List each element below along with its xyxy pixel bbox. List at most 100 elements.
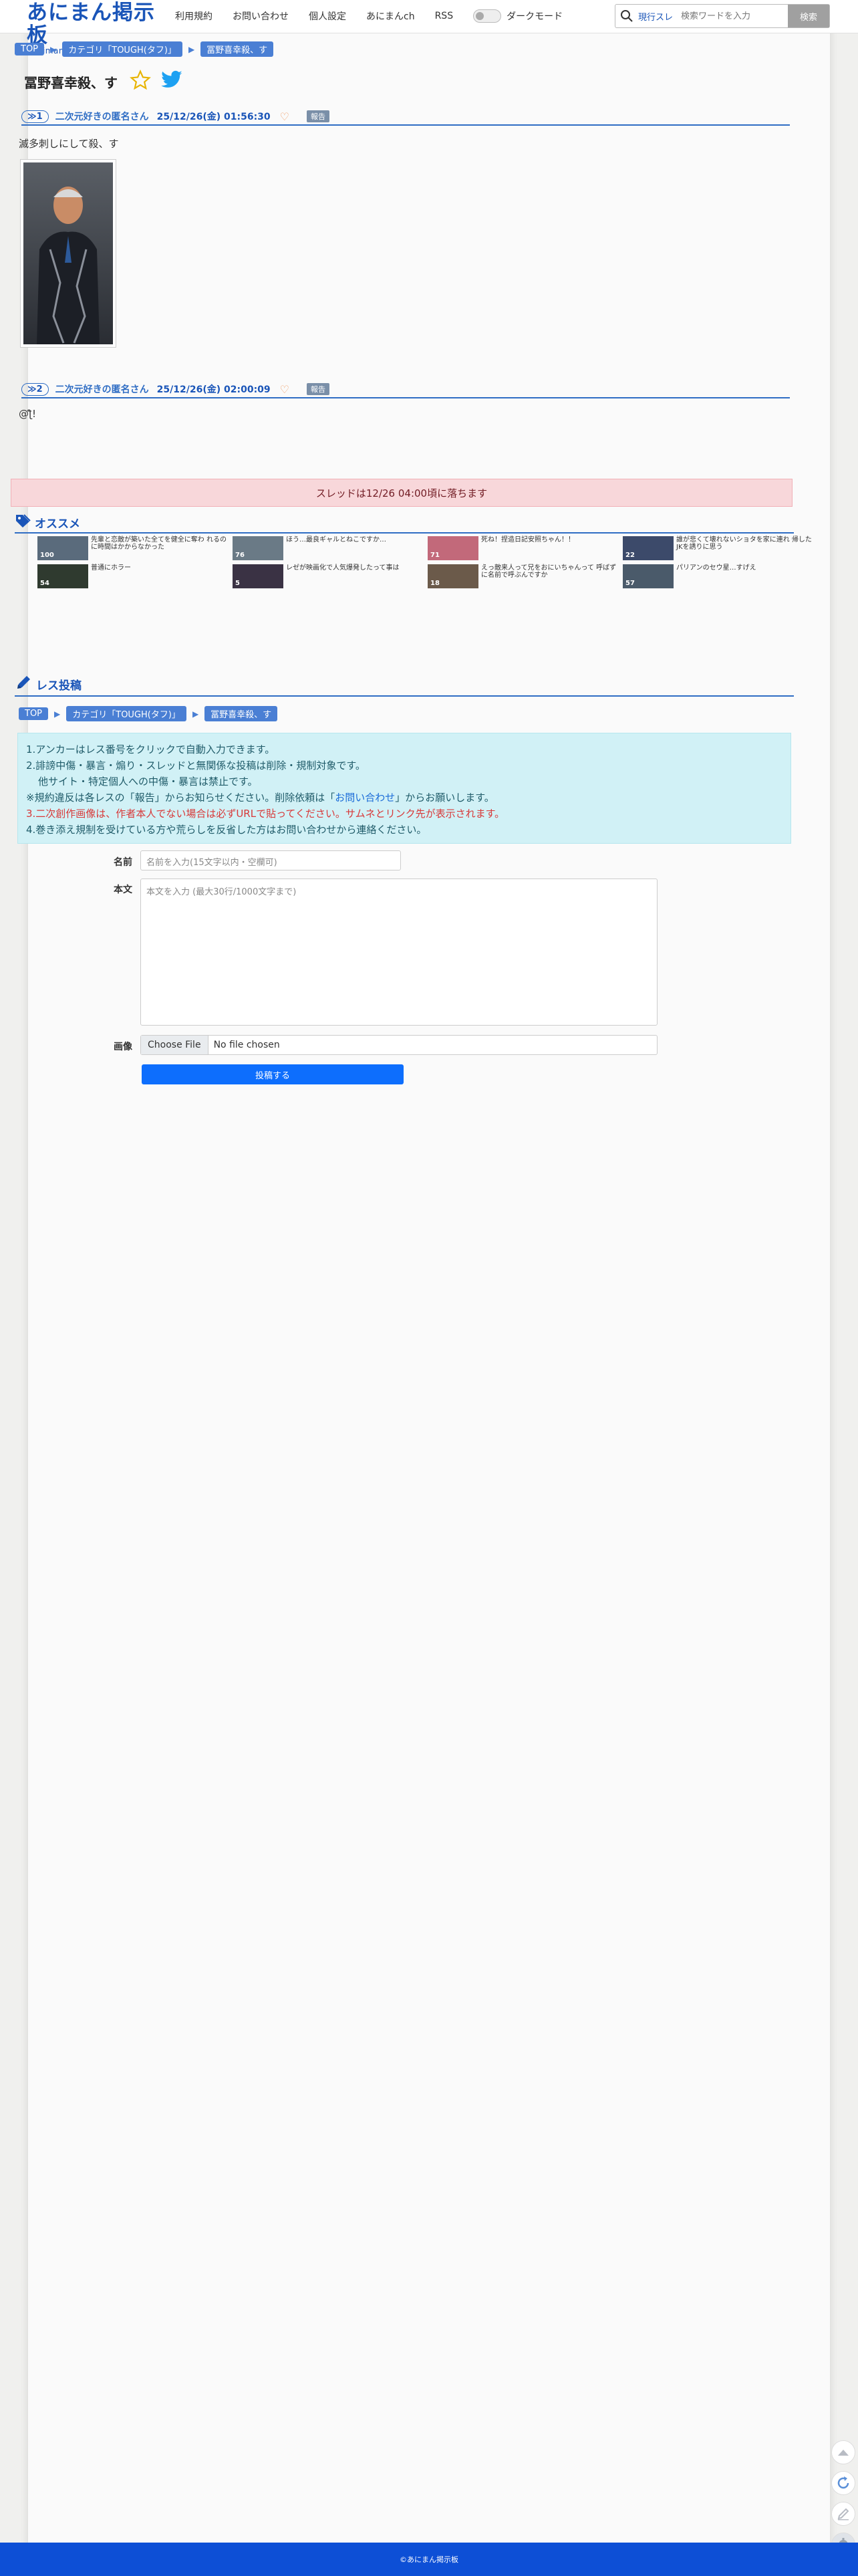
recommend-title-text: 誰が悲くて壊れないショタを家に連れ 帰したJKを誘りに思う (676, 536, 812, 551)
recommend-item[interactable]: 71 死ね！捏造日記安照ちゃん！！ (428, 536, 621, 560)
nav-contact[interactable]: お問い合わせ (233, 9, 289, 23)
edit-icon (837, 2508, 849, 2521)
recommend-title: オススメ (35, 517, 80, 531)
nav-terms[interactable]: 利用規約 (175, 9, 212, 23)
breadcrumb: TOP ▶ カテゴリ「TOUGH(タフ)」 ▶ 冨野喜幸殺、す (15, 41, 274, 57)
pencil-icon (15, 674, 32, 694)
post-number[interactable]: ≫2 (21, 382, 49, 396)
reload-button[interactable] (831, 2471, 855, 2495)
rule-line: 他サイト・特定個人への中傷・暴言は禁止です。 (38, 776, 258, 788)
dark-mode-label: ダークモード (507, 11, 563, 22)
reply-form-title: レス投稿 (36, 679, 82, 693)
recommend-thumbnail: 18 (428, 564, 478, 588)
recommend-count: 5 (235, 580, 240, 587)
heart-icon[interactable]: ♡ (280, 383, 289, 396)
recommend-item[interactable]: 22 誰が悲くて壊れないショタを家に連れ 帰したJKを誘りに思う (623, 536, 817, 560)
search-scope-select[interactable]: 現行スレ (638, 10, 673, 23)
recommend-item[interactable]: 54 普通にホラー (37, 564, 231, 588)
site-header: あにまん掲示板 animan bbs@二次元オンリー 利用規約 お問い合わせ 個… (0, 0, 858, 55)
report-button[interactable]: 報告 (307, 110, 329, 122)
recommend-item[interactable]: 100 先輩と恋敵が築いた全てを健全に奪わ れるのに時間はかからなかった (37, 536, 231, 560)
submit-button[interactable]: 投稿する (142, 1064, 404, 1084)
breadcrumb-separator: ▶ (54, 709, 61, 719)
expire-notice: スレッドは12/26 04:00頃に落ちます (11, 479, 793, 507)
breadcrumb-category[interactable]: カテゴリ「TOUGH(タフ)」 (66, 706, 186, 721)
recommend-count: 22 (625, 552, 635, 559)
breadcrumb-top[interactable]: TOP (19, 707, 49, 720)
image-file-input[interactable]: Choose File No file chosen (140, 1035, 658, 1055)
breadcrumb-thread[interactable]: 冨野喜幸殺、す (200, 41, 274, 57)
body-label: 本文 (114, 885, 132, 895)
rule-line: 3.二次創作画像は、作者本人でない場合は必ずURLで貼ってください。サムネとリン… (26, 808, 505, 820)
name-field[interactable]: 名前を入力(15文字以内・空欄可) (140, 850, 401, 870)
recommend-thumbnail: 54 (37, 564, 88, 588)
name-label: 名前 (114, 857, 132, 868)
recommend-header: オススメ (15, 513, 794, 534)
recommend-thumbnail: 76 (233, 536, 283, 560)
file-status: No file chosen (213, 1040, 280, 1050)
choose-file-button[interactable]: Choose File (141, 1036, 208, 1054)
write-button[interactable] (831, 2502, 855, 2526)
body-textarea[interactable]: 本文を入力 (最大30行/1000文字まで) (140, 879, 658, 1026)
page-title: 冨野喜幸殺、す (24, 74, 118, 91)
breadcrumb-category[interactable]: カテゴリ「TOUGH(タフ)」 (62, 41, 182, 57)
breadcrumb-thread[interactable]: 冨野喜幸殺、す (204, 706, 278, 721)
recommend-count: 100 (40, 552, 54, 559)
rule-line: ※規約違反は各レスの「報告」からお知らせください。削除依頼は「お問い合わせ」から… (26, 790, 782, 806)
scroll-top-button[interactable] (831, 2440, 855, 2464)
recommend-title-text: 先輩と恋敵が築いた全てを健全に奪わ れるのに時間はかからなかった (91, 536, 227, 551)
recommend-count: 71 (430, 552, 440, 559)
recommend-title-text: レゼが映画化で人気爆発したって事は (286, 564, 400, 572)
recommend-count: 76 (235, 552, 245, 559)
twitter-icon[interactable] (160, 70, 183, 93)
main-nav: 利用規約 お問い合わせ 個人設定 あにまんch RSS ダークモード (175, 9, 563, 23)
search-input[interactable] (681, 11, 782, 21)
contact-link[interactable]: お問い合わせ (335, 792, 395, 804)
logo-main-text: あにまん掲示板 (27, 1, 155, 47)
tag-icon (15, 513, 31, 531)
arrow-up-icon (838, 2450, 849, 2456)
rule-line: 2.誹謗中傷・暴言・煽り・スレッドと無関係な投稿は削除・規制対象です。 (26, 759, 366, 772)
recommend-thumbnail: 5 (233, 564, 283, 588)
recommend-item[interactable]: 18 えっ敵来人って兄をおにいちゃんって 呼ばずに名前で呼ぶんですか (428, 564, 621, 588)
post-author: 二次元好きの匿名さん (55, 384, 149, 395)
breadcrumb: TOP ▶ カテゴリ「TOUGH(タフ)」 ▶ 冨野喜幸殺、す (19, 706, 278, 721)
post-body: @ƪ! (19, 408, 37, 420)
reload-icon (837, 2476, 849, 2489)
nav-animanch[interactable]: あにまんch (366, 9, 415, 23)
thread-title-row: 冨野喜幸殺、す (24, 70, 183, 94)
post-date: 25/12/26(金) 02:00:09 (156, 384, 271, 395)
nav-rss[interactable]: RSS (435, 11, 454, 21)
report-button[interactable]: 報告 (307, 383, 329, 395)
post-date: 25/12/26(金) 01:56:30 (156, 112, 271, 122)
recommend-thumbnail: 22 (623, 536, 674, 560)
breadcrumb-separator: ▶ (50, 44, 57, 54)
post-number[interactable]: ≫1 (21, 110, 49, 123)
dark-mode-toggle[interactable] (473, 9, 502, 23)
recommend-title-text: えっ敵来人って兄をおにいちゃんって 呼ばずに名前で呼ぶんですか (481, 564, 617, 579)
search-button[interactable]: 検索 (788, 5, 829, 27)
recommend-thumbnail: 71 (428, 536, 478, 560)
recommend-title-text: 普通にホラー (91, 564, 131, 572)
recommend-item[interactable]: 76 ほう…最良ギャルとねこですか… (233, 536, 426, 560)
rule-text: 」からお願いします。 (395, 792, 494, 804)
rule-text: ※規約違反は各レスの「報告」からお知らせください。削除依頼は「 (26, 792, 335, 804)
post-header: ≫1 二次元好きの匿名さん 25/12/26(金) 01:56:30 ♡ 報告 (21, 108, 790, 126)
breadcrumb-separator: ▶ (192, 709, 199, 719)
recommend-item[interactable]: 57 パリアンのセウ星…すげえ (623, 564, 817, 588)
heart-icon[interactable]: ♡ (280, 110, 289, 123)
recommend-item[interactable]: 5 レゼが映画化で人気爆発したって事は (233, 564, 426, 588)
site-footer: ©あにまん掲示板 (0, 2543, 858, 2576)
recommend-title-text: ほう…最良ギャルとねこですか… (286, 536, 386, 544)
recommend-thumbnail: 57 (623, 564, 674, 588)
recommend-title-text: 死ね！捏造日記安照ちゃん！！ (481, 536, 575, 544)
star-icon[interactable] (130, 70, 151, 94)
nav-settings[interactable]: 個人設定 (309, 9, 346, 23)
recommend-count: 18 (430, 580, 440, 587)
posting-rules: 1.アンカーはレス番号をクリックで自動入力できます。 2.誹謗中傷・暴言・煽り・… (17, 733, 791, 844)
reply-form-header: レス投稿 (15, 674, 794, 697)
recommend-thumbnail: 100 (37, 536, 88, 560)
breadcrumb-top[interactable]: TOP (15, 43, 45, 55)
post-body: 滅多刺しにして殺、す (19, 138, 119, 150)
post-image[interactable] (20, 159, 116, 348)
